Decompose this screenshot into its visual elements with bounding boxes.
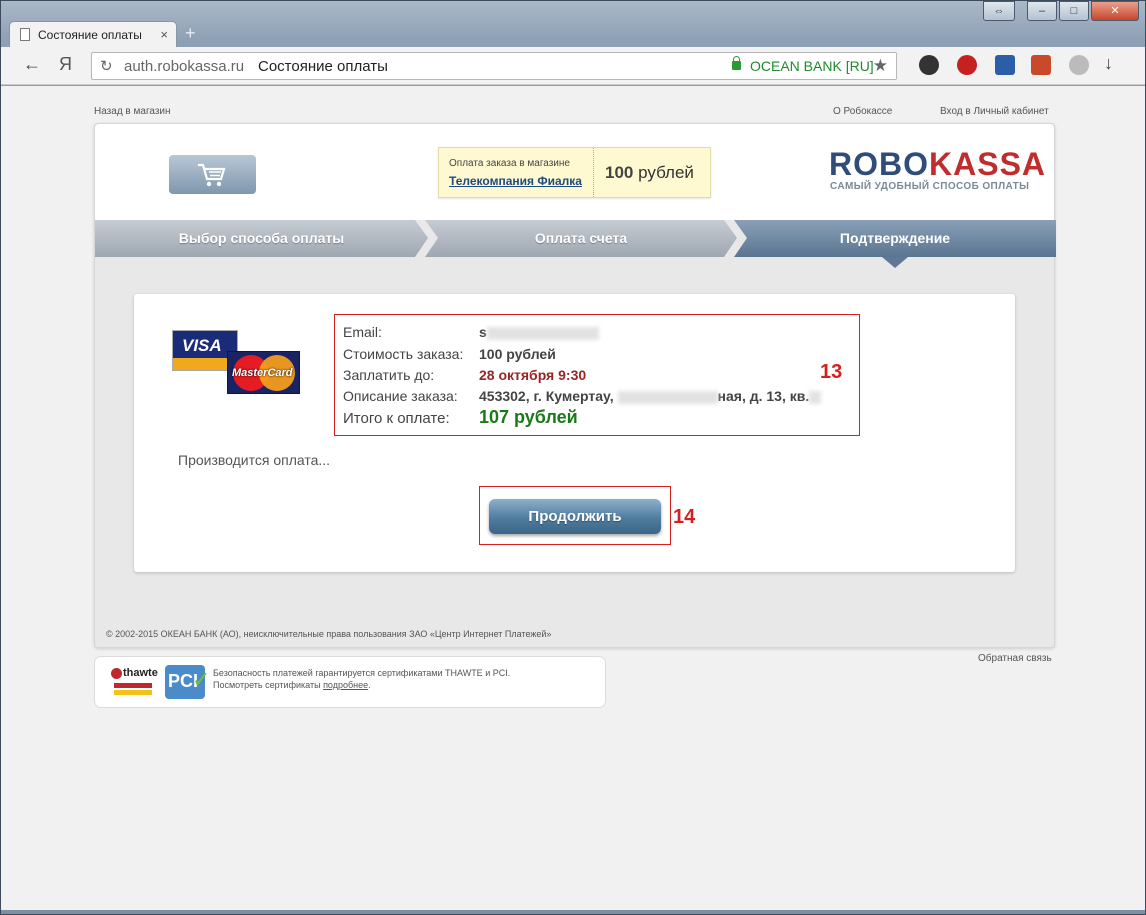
email-value: s: [479, 324, 599, 340]
mastercard-logo: MasterCard: [227, 351, 300, 394]
paw-extension-icon[interactable]: [1069, 55, 1089, 75]
order-details-box: Email: s Стоимость заказа: 100 рублей За…: [334, 314, 860, 436]
close-window-button[interactable]: ✕: [1091, 1, 1139, 21]
back-arrow-icon[interactable]: ←: [23, 54, 41, 75]
security-certificates-box: thawte PCI ✓ Безопасность платежей гаран…: [94, 656, 606, 708]
redacted-apartment: [809, 390, 822, 404]
tab-strip: Состояние оплаты × + ⇔ – □ ✕: [1, 1, 1145, 47]
logo-kassa: KASSA: [929, 146, 1047, 182]
step-confirmation: Подтверждение: [734, 220, 1056, 257]
switch-user-button[interactable]: ⇔: [983, 1, 1015, 21]
bookmark-star-icon[interactable]: ★: [873, 56, 888, 76]
security-indicator[interactable]: OCEAN BANK [RU]: [750, 58, 874, 74]
yandex-home-icon[interactable]: Я: [59, 54, 72, 75]
checkmark-icon: ✓: [192, 667, 211, 692]
total-label: Итого к оплате:: [343, 410, 450, 427]
redacted-street: [617, 390, 718, 404]
url-host: auth.robokassa.ru: [124, 58, 245, 75]
order-label: Оплата заказа в магазине: [449, 158, 570, 169]
shop-name-link[interactable]: Телекомпания Фиалка: [449, 174, 582, 188]
continue-button[interactable]: Продолжить: [489, 499, 661, 534]
new-tab-icon[interactable]: +: [185, 23, 196, 44]
order-amount-unit: рублей: [638, 163, 694, 182]
order-box-divider: [593, 148, 594, 197]
card-header: Оплата заказа в магазине Телекомпания Фи…: [95, 124, 1054, 220]
address-bar[interactable]: ↻ auth.robokassa.ru Состояние оплаты OCE…: [91, 52, 897, 80]
browser-toolbar: ← Я ↻ auth.robokassa.ru Состояние оплаты…: [1, 47, 1145, 85]
cart-button[interactable]: [169, 155, 256, 194]
browser-tab[interactable]: Состояние оплаты ×: [9, 21, 177, 47]
cart-icon: [198, 163, 226, 187]
back-to-shop-link[interactable]: Назад в магазин: [94, 106, 171, 117]
annotation-13: 13: [820, 361, 843, 383]
incognito-extension-icon[interactable]: [919, 55, 939, 75]
security-guarantee-text: Безопасность платежей гарантируется серт…: [213, 668, 511, 678]
tab-title: Состояние оплаты: [38, 28, 142, 42]
window-controls: ⇔ – □ ✕: [981, 1, 1139, 21]
bookmark-extension-icon[interactable]: [1031, 55, 1051, 75]
total-value: 107 рублей: [479, 407, 578, 427]
reload-icon[interactable]: ↻: [100, 57, 113, 75]
order-amount: 100 рублей: [605, 163, 694, 183]
minimize-button[interactable]: –: [1027, 1, 1057, 21]
cost-label: Стоимость заказа:: [343, 346, 464, 362]
payment-panel: VISA MasterCard Email: s Стоимость заказ…: [134, 294, 1015, 572]
logo-tagline: САМЫЙ УДОБНЫЙ СПОСОБ ОПЛАТЫ: [830, 181, 1030, 192]
pay-until-value: 28 октября 9:30: [479, 367, 587, 383]
url-page-title: Состояние оплаты: [258, 58, 388, 75]
tab-close-icon[interactable]: ×: [160, 27, 168, 42]
checkout-steps: Выбор способа оплаты Оплата счета Подтве…: [95, 220, 1056, 257]
order-summary-box: Оплата заказа в магазине Телекомпания Фи…: [438, 147, 711, 198]
description-value: 453302, г. Кумертау, ная, д. 13, кв.: [479, 388, 822, 404]
page-icon: [20, 28, 30, 41]
description-label: Описание заказа:: [343, 388, 458, 404]
annotation-14: 14: [673, 506, 696, 528]
redacted-email: [486, 326, 599, 340]
view-certificates-text: Посмотреть сертификаты: [213, 680, 321, 690]
security-text: Безопасность платежей гарантируется серт…: [213, 668, 511, 690]
order-amount-number: 100: [605, 163, 634, 182]
browser-window: Состояние оплаты × + ⇔ – □ ✕ ← Я ↻ auth.…: [0, 0, 1146, 915]
maximize-button[interactable]: □: [1059, 1, 1089, 21]
mastercard-label: MasterCard: [232, 367, 293, 379]
thawte-logo[interactable]: thawte: [111, 667, 158, 698]
logo-robo: ROBO: [829, 146, 929, 182]
thawte-label: thawte: [123, 667, 158, 679]
copyright: © 2002-2015 ОКЕАН БАНК (АО), неисключите…: [106, 629, 552, 639]
about-robokassa-link[interactable]: О Робокассе: [833, 106, 892, 117]
step-choose-method: Выбор способа оплаты: [95, 220, 428, 257]
cabinet-login-link[interactable]: Вход в Личный кабинет: [940, 106, 1049, 117]
certificates-details-link[interactable]: подробнее: [323, 680, 368, 690]
continue-button-highlight: Продолжить: [479, 486, 671, 545]
adblock-extension-icon[interactable]: [957, 55, 977, 75]
pci-logo[interactable]: PCI ✓: [165, 665, 210, 699]
cost-value: 100 рублей: [479, 346, 556, 362]
payment-card: Оплата заказа в магазине Телекомпания Фи…: [94, 123, 1056, 648]
processing-status: Производится оплата...: [178, 452, 331, 468]
pay-until-label: Заплатить до:: [343, 367, 435, 383]
email-label: Email:: [343, 324, 382, 340]
page-viewport: Назад в магазин О Робокассе Вход в Личны…: [1, 86, 1145, 910]
lock-icon[interactable]: [732, 56, 741, 70]
visa-label: VISA: [182, 336, 222, 355]
feedback-link[interactable]: Обратная связь: [978, 653, 1052, 664]
active-step-arrow: [882, 257, 908, 268]
step-invoice-payment: Оплата счета: [425, 220, 737, 257]
robokassa-logo: ROBOKASSA САМЫЙ УДОБНЫЙ СПОСОБ ОПЛАТЫ: [829, 148, 1046, 192]
download-icon[interactable]: ↓: [1104, 53, 1113, 74]
extension-icon[interactable]: [995, 55, 1015, 75]
